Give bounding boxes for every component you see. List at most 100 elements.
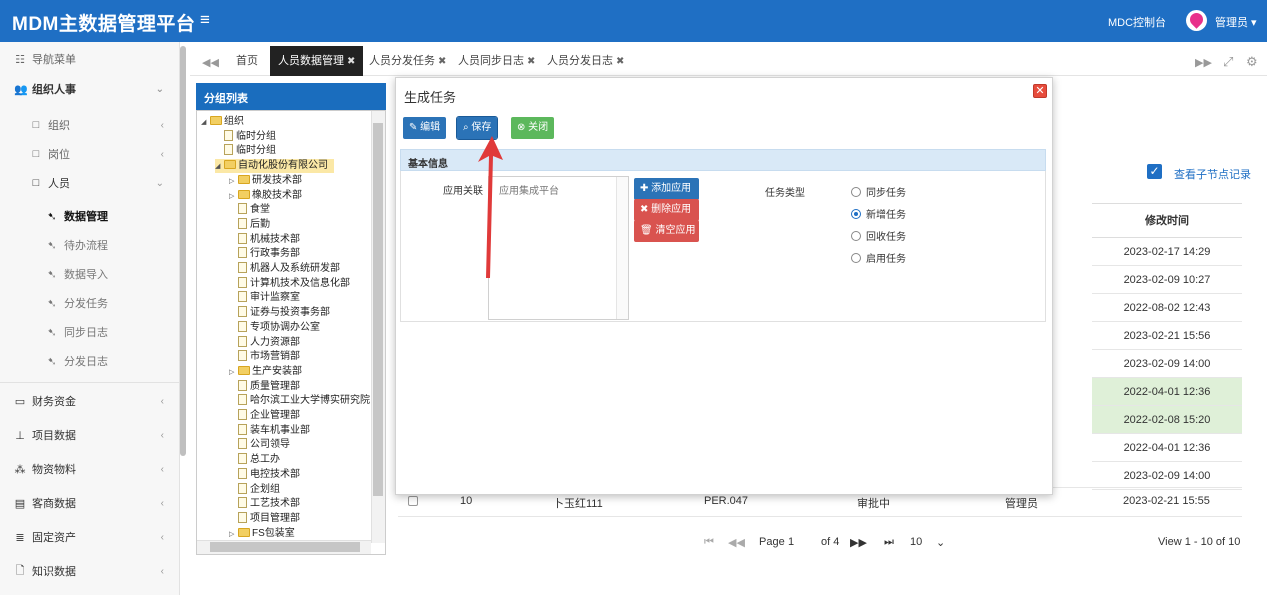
mdc-console-link[interactable]: MDC控制台 — [1108, 14, 1166, 30]
tree-node[interactable]: 总工办 — [229, 453, 280, 467]
sidebar-group-org-hr[interactable]: 👥 组织人事 ⌄ — [0, 76, 180, 102]
sidebar-group-customer[interactable]: ▤ 客商数据 ‹ — [0, 490, 180, 516]
radio-dot[interactable] — [851, 187, 861, 197]
tree-node[interactable]: 后勤 — [229, 217, 270, 232]
sidebar-item-dispatch-log[interactable]: ➷ 分发日志 — [0, 348, 180, 374]
tabs-scroll-left-icon[interactable]: ◀◀ — [202, 56, 219, 69]
user-menu[interactable]: 管理员 ▾ — [1215, 14, 1257, 30]
sidebar-item-dispatch-task[interactable]: ➷ 分发任务 — [0, 290, 180, 316]
sidebar-item-todo-flow[interactable]: ➷ 待办流程 — [0, 232, 180, 258]
tree-node[interactable]: 市场营销部 — [229, 350, 300, 364]
radio-dot[interactable] — [851, 253, 861, 263]
sidebar-item-data-manage[interactable]: ➷ 数据管理 — [0, 203, 180, 229]
expand-icon[interactable]: ◢ — [215, 160, 224, 174]
radio-enable-task[interactable]: 启用任务 — [851, 250, 906, 265]
edit-button[interactable]: ✎ 编辑 — [403, 117, 447, 139]
tree-node[interactable]: 食堂 — [229, 203, 270, 217]
collapse-icon[interactable]: ▷ — [229, 175, 238, 189]
tree-node[interactable]: ◢ 组织 — [201, 115, 244, 129]
sidebar-scrollbar[interactable] — [180, 46, 186, 456]
close-icon[interactable]: ✕ — [1033, 84, 1047, 98]
chevron-left-icon: ‹ — [160, 429, 164, 441]
sidebar-item-sync-log[interactable]: ➷ 同步日志 — [0, 319, 180, 345]
sidebar-item-person[interactable]: □ 人员 ⌄ — [0, 170, 180, 196]
add-app-button[interactable]: ✚ 添加应用 — [634, 178, 699, 200]
close-button[interactable]: ⊗ 关闭 — [511, 117, 555, 139]
tree-node[interactable]: 临时分组 — [215, 144, 276, 158]
tab-person-data-manage[interactable]: 人员数据管理 ✖ — [270, 46, 364, 76]
expand-icon[interactable]: ◢ — [201, 116, 210, 130]
app-list-scrollbar[interactable] — [616, 177, 628, 319]
last-page-icon[interactable]: ⏭ — [884, 536, 894, 549]
page-size-select[interactable]: 10 — [910, 536, 922, 548]
nav-menu-title: ☷ 导航菜单 — [15, 53, 76, 67]
tree-scroll-thumb[interactable] — [373, 123, 383, 496]
tree-node[interactable]: 质量管理部 — [229, 379, 300, 394]
folder-icon: □ — [32, 119, 40, 131]
prev-page-icon[interactable]: ◀◀ — [728, 536, 745, 549]
tree-node[interactable]: 企业管理部 — [229, 409, 300, 423]
tree-node[interactable]: 证券与投资事务部 — [229, 306, 330, 320]
tree-node[interactable]: 项目管理部 — [229, 511, 300, 526]
tree-node[interactable]: 工艺技术部 — [229, 497, 300, 511]
tree-node[interactable]: 机器人及系统研发部 — [229, 262, 340, 276]
tree-node[interactable]: 机械技术部 — [229, 232, 300, 247]
tree-hscroll-thumb[interactable] — [210, 542, 360, 552]
next-page-icon[interactable]: ▶▶ — [850, 536, 867, 549]
tree-node[interactable]: 专项协调办公室 — [229, 320, 320, 335]
radio-new-task[interactable]: 新增任务 — [851, 206, 906, 221]
tree-node[interactable]: 公司领导 — [229, 438, 290, 452]
tab-person-dispatch-log[interactable]: 人员分发日志 ✖ — [547, 46, 624, 76]
radio-dot[interactable] — [851, 231, 861, 241]
collapse-icon[interactable]: ▷ — [229, 366, 238, 380]
show-child-checkbox[interactable]: ✓ — [1147, 164, 1162, 179]
tab-home[interactable]: 首页 — [236, 46, 258, 76]
page-input[interactable]: 1 — [788, 536, 794, 548]
menu-toggle-icon[interactable]: ≡ — [200, 11, 210, 28]
sidebar-item-post[interactable]: □ 岗位 ‹ — [0, 141, 180, 167]
tabs-scroll-right-icon[interactable]: ▶▶ — [1195, 56, 1212, 69]
row-checkbox[interactable] — [408, 496, 418, 506]
tree-node[interactable]: 人力资源部 — [229, 335, 300, 350]
sidebar-group-project[interactable]: ⊥ 项目数据 ‹ — [0, 422, 180, 448]
close-icon[interactable]: ✖ — [347, 56, 355, 67]
clear-app-button[interactable]: 🗑 清空应用 — [634, 220, 699, 242]
sidebar-group-material[interactable]: ⁂ 物资物料 ‹ — [0, 456, 180, 482]
tab-person-dispatch-task[interactable]: 人员分发任务 ✖ — [369, 46, 446, 76]
radio-recycle-task[interactable]: 回收任务 — [851, 228, 906, 243]
remove-app-button[interactable]: ✖ 删除应用 — [634, 199, 699, 221]
close-icon[interactable]: ✖ — [616, 56, 624, 67]
sidebar-item-data-import[interactable]: ➷ 数据导入 — [0, 261, 180, 287]
sidebar-group-asset[interactable]: ≣ 固定资产 ‹ — [0, 524, 180, 550]
gear-icon[interactable]: ⚙ — [1246, 54, 1258, 70]
tree-node[interactable]: ▷ 橡胶技术部 — [229, 189, 302, 203]
tree-node[interactable]: 临时分组 — [215, 129, 276, 144]
app-listbox[interactable]: 应用集成平台 — [488, 176, 629, 320]
tree-node[interactable]: ▷ 研发技术部 — [229, 174, 302, 188]
tree-node[interactable]: ▷ 生产安装部 — [229, 365, 302, 379]
tree-node[interactable]: 电控技术部 — [229, 467, 300, 482]
tree-node[interactable]: 审计监察室 — [229, 291, 300, 305]
tree-node[interactable]: ◢ 自动化股份有限公司 — [215, 159, 334, 174]
sidebar-item-org[interactable]: □ 组织 ‹ — [0, 112, 180, 138]
radio-dot[interactable] — [851, 209, 861, 219]
app-list-item[interactable]: 应用集成平台 — [499, 186, 559, 197]
tree-node[interactable]: 计算机技术及信息化部 — [229, 276, 350, 291]
tree-node[interactable]: 装车机事业部 — [229, 423, 310, 438]
collapse-icon[interactable]: ▷ — [229, 190, 238, 204]
radio-sync-task[interactable]: 同步任务 — [851, 184, 906, 199]
tab-person-sync-log[interactable]: 人员同步日志 ✖ — [458, 46, 535, 76]
fullscreen-icon[interactable]: ⤢ — [1223, 54, 1233, 70]
tree-node[interactable]: ▷ FS包装室 — [229, 527, 295, 541]
tree-node[interactable]: 哈尔滨工业大学博实研究院 — [229, 394, 370, 408]
leaf-icon: ➷ — [47, 210, 57, 223]
avatar[interactable] — [1186, 10, 1207, 31]
sidebar-group-finance[interactable]: ▭ 财务资金 ‹ — [0, 388, 180, 414]
first-page-icon[interactable]: ⏮ — [704, 536, 714, 549]
sidebar-group-knowledge[interactable]: 🗋 知识数据 ‹ — [0, 558, 180, 584]
close-icon[interactable]: ✖ — [438, 56, 446, 67]
tree-node[interactable]: 行政事务部 — [229, 247, 300, 261]
chevron-down-icon[interactable]: ⌄ — [936, 536, 945, 549]
close-icon[interactable]: ✖ — [527, 56, 535, 67]
tree-node[interactable]: 企划组 — [229, 482, 280, 497]
